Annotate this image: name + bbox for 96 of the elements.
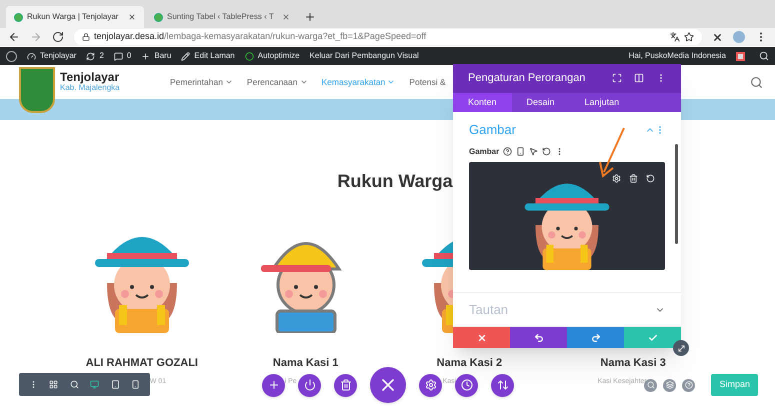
address-field[interactable]: tenjolayar.desa.id/lembaga-kemasyarakatan/rukun-warga?et_fb=1&PageSpeed=off bbox=[74, 29, 702, 45]
plus-icon bbox=[268, 379, 280, 391]
history-button[interactable] bbox=[455, 374, 478, 396]
phone-icon bbox=[131, 380, 140, 389]
settings-icon bbox=[424, 379, 436, 391]
favicon-icon bbox=[154, 12, 163, 22]
admin-bar-item[interactable]: Baru bbox=[141, 50, 172, 62]
member-name: Nama Kasi 3 bbox=[600, 356, 666, 371]
delete-button[interactable] bbox=[334, 374, 357, 396]
refresh-icon bbox=[86, 52, 96, 60]
nav-link[interactable]: Potensi & bbox=[409, 76, 446, 88]
close-icon bbox=[282, 13, 290, 21]
tablet-icon bbox=[110, 380, 120, 389]
layers-icon bbox=[666, 381, 674, 389]
greeting-text[interactable]: Hai, PuskoMedia Indonesia bbox=[628, 50, 726, 62]
comment-icon bbox=[114, 52, 123, 60]
emblem-drawing bbox=[19, 67, 55, 113]
panel-tab[interactable]: Desain bbox=[512, 92, 570, 112]
monitor-icon bbox=[90, 380, 100, 389]
help-icon bbox=[684, 381, 693, 389]
translate-icon bbox=[670, 32, 680, 42]
admin-bar-item[interactable]: Keluar Dari Pembangun Visual bbox=[310, 50, 419, 62]
member-name: Nama Kasi 1 bbox=[272, 356, 338, 371]
site-name[interactable]: Tenjolayar bbox=[60, 71, 170, 84]
field-label: Gambar bbox=[469, 146, 500, 158]
admin-bar-item[interactable]: 2 bbox=[86, 50, 104, 62]
favicon-icon bbox=[14, 12, 23, 22]
trash-icon bbox=[629, 174, 638, 183]
member-name: Nama Kasi 2 bbox=[436, 356, 502, 371]
circle-icon bbox=[244, 52, 254, 60]
admin-bar-item[interactable]: 0 bbox=[114, 50, 132, 62]
admin-bar-item[interactable]: Edit Laman bbox=[181, 50, 235, 62]
power-icon bbox=[304, 379, 316, 391]
annotation-arrow bbox=[598, 126, 628, 180]
star-icon bbox=[684, 32, 694, 42]
layers-button[interactable] bbox=[663, 378, 676, 392]
admin-bar-item[interactable]: Tenjolayar bbox=[27, 50, 76, 62]
close-button[interactable] bbox=[370, 367, 406, 403]
reset-icon[interactable] bbox=[542, 147, 552, 156]
panel-tab[interactable]: Lanjutan bbox=[570, 92, 634, 112]
pencil-icon bbox=[181, 52, 190, 60]
pointer-icon[interactable] bbox=[529, 147, 538, 156]
back-icon bbox=[8, 31, 20, 43]
close-icon bbox=[128, 13, 136, 21]
admin-bar-item[interactable]: Autoptimize bbox=[244, 50, 300, 62]
user-avatar bbox=[736, 52, 745, 60]
phone-icon[interactable] bbox=[516, 147, 526, 156]
nav-link[interactable]: Pemerintahan bbox=[170, 76, 233, 88]
help-button[interactable] bbox=[682, 378, 696, 392]
settings-icon bbox=[612, 174, 621, 183]
add-button[interactable] bbox=[262, 374, 285, 396]
layout-icon bbox=[49, 380, 58, 389]
plus-icon bbox=[141, 52, 150, 60]
new-tab-icon bbox=[304, 11, 316, 23]
dashboard-icon bbox=[27, 52, 36, 60]
chevron-icon bbox=[224, 78, 233, 86]
clock-icon bbox=[460, 379, 472, 391]
zoom-icon bbox=[646, 381, 655, 389]
panel-tab[interactable]: Konten bbox=[453, 92, 512, 112]
sort-button[interactable] bbox=[491, 374, 514, 396]
url-text: tenjolayar.desa.id/lembaga-kemasyarakatan/rukun-warga?et_fb=1&PageSpeed=off bbox=[94, 30, 426, 44]
panel-title: Pengaturan Perorangan bbox=[468, 71, 586, 86]
settings-button[interactable] bbox=[419, 374, 442, 396]
search-icon bbox=[750, 76, 763, 88]
chevron-icon bbox=[387, 78, 396, 86]
nav-link[interactable]: Perencanaan bbox=[246, 76, 308, 88]
dock-icon bbox=[634, 73, 644, 84]
chevron-icon bbox=[300, 78, 308, 86]
site-subtitle: Kab. Majalengka bbox=[60, 84, 121, 93]
member-name: ALI RAHMAT GOZALI bbox=[86, 356, 198, 371]
search-icon bbox=[759, 51, 769, 61]
tablet-view-button[interactable] bbox=[110, 380, 120, 389]
help-icon[interactable] bbox=[503, 147, 512, 156]
browser-tab[interactable]: Rukun Warga | Tenjolayar bbox=[6, 6, 144, 28]
undo-icon bbox=[534, 332, 544, 343]
sort-icon bbox=[496, 379, 508, 391]
check-icon bbox=[648, 332, 658, 343]
save-changes-button[interactable] bbox=[624, 327, 681, 348]
phone-view-button[interactable] bbox=[131, 380, 140, 389]
zoom-icon bbox=[70, 380, 79, 389]
desktop-view-button[interactable] bbox=[90, 380, 100, 389]
fullscreen-icon bbox=[612, 73, 622, 84]
lock-icon bbox=[82, 33, 90, 41]
power-button[interactable] bbox=[298, 374, 321, 396]
resize-handle[interactable] bbox=[673, 340, 689, 356]
redo-icon bbox=[590, 332, 600, 343]
undo-button[interactable] bbox=[510, 327, 567, 348]
reset-icon bbox=[646, 174, 655, 183]
reload-icon bbox=[52, 31, 64, 43]
resize-icon bbox=[676, 344, 686, 352]
close-icon bbox=[476, 332, 486, 343]
page-title: Rukun Warga bbox=[337, 170, 453, 193]
forward-icon bbox=[30, 31, 42, 43]
trash-icon bbox=[340, 379, 352, 391]
extension-icon bbox=[712, 32, 723, 42]
image-upload-preview[interactable] bbox=[469, 162, 665, 270]
